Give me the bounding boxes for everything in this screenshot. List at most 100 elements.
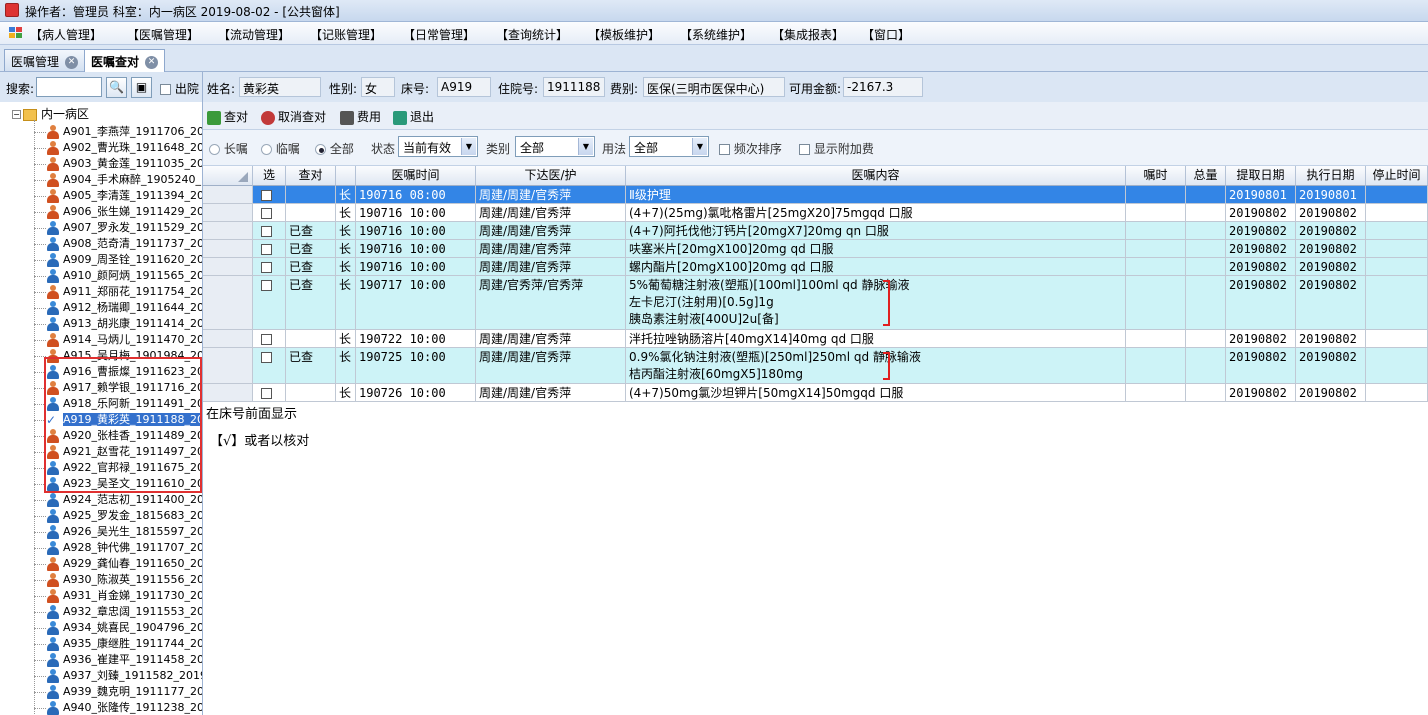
tree-patient-node[interactable]: A931_肖金娣_1911730_20 (34, 587, 202, 604)
row-indicator[interactable] (203, 240, 253, 258)
search-input[interactable] (36, 77, 102, 97)
order-row[interactable]: 长 190722 10:00 周建/周建/官秀萍 泮托拉唑钠肠溶片[40mgX14]4… (203, 330, 1428, 348)
freq-sort-option[interactable]: 频次排序 (719, 140, 782, 157)
order-row[interactable]: 已查长 190725 10:00 周建/周建/官秀萍 0.9%氯化钠注射液(塑瓶)[2… (203, 348, 1428, 384)
tree-patient-node[interactable]: A936_崔建平_1911458_20 (34, 651, 202, 668)
collapse-icon[interactable]: − (12, 110, 21, 119)
cost-button[interactable]: 费用 (340, 108, 381, 125)
tree-patient-node[interactable]: A913_胡兆康_1911414_20 (34, 315, 202, 332)
tree-patient-node[interactable]: A912_杨瑞卿_1911644_20 (34, 299, 202, 316)
header-col-checked[interactable]: 查对 (286, 166, 336, 186)
show-extra-option[interactable]: 显示附加费 (799, 140, 874, 157)
row-checkbox[interactable] (261, 208, 272, 219)
temporary-radio[interactable]: 临嘱 (261, 140, 300, 157)
row-indicator[interactable] (203, 384, 253, 402)
select-cell[interactable] (253, 204, 286, 222)
tree-patient-node[interactable]: A926_吴光生_1815597_20 (34, 523, 202, 540)
discharge-checkbox[interactable] (160, 84, 171, 95)
usage-select[interactable]: 全部 ▼ (629, 136, 709, 157)
select-cell[interactable] (253, 222, 286, 240)
all-radio[interactable]: 全部 (315, 140, 354, 157)
header-col-content[interactable]: 医嘱内容 (626, 166, 1126, 186)
row-checkbox[interactable] (261, 352, 272, 363)
header-col-select[interactable]: 选 (253, 166, 286, 186)
tree-patient-node[interactable]: A901_李燕萍_1911706_20 (34, 123, 202, 140)
show-extra-checkbox[interactable] (799, 144, 810, 155)
tab-order-management[interactable]: 医嘱管理 ✕ (4, 49, 86, 71)
category-select[interactable]: 全部 ▼ (515, 136, 595, 157)
tree-patient-node[interactable]: A930_陈淑英_1911556_20 (34, 571, 202, 588)
tree-patient-node[interactable]: A908_范奇清_1911737_20 (34, 235, 202, 252)
menu-flow[interactable]: 【流动管理】 (218, 26, 290, 43)
close-icon[interactable]: ✕ (65, 56, 79, 69)
chevron-down-icon[interactable]: ▼ (461, 138, 476, 155)
tree-patient-node[interactable]: A907_罗永发_1911529_20 (34, 219, 202, 236)
tree-patient-node[interactable]: A929_龚仙春_1911650_20 (34, 555, 202, 572)
header-col-time-of-day[interactable]: 嘱时 (1126, 166, 1186, 186)
order-row[interactable]: 已查长 190716 10:00 周建/周建/官秀萍 呋塞米片[20mgX100]20… (203, 240, 1428, 258)
header-col-doctor[interactable]: 下达医/护 (476, 166, 626, 186)
row-indicator[interactable] (203, 276, 253, 330)
row-indicator[interactable] (203, 258, 253, 276)
header-col-fetch-date[interactable]: 提取日期 (1226, 166, 1296, 186)
row-indicator[interactable] (203, 330, 253, 348)
freq-sort-checkbox[interactable] (719, 144, 730, 155)
tree-patient-node[interactable]: A925_罗发金_1815683_20 (34, 507, 202, 524)
tree-patient-node[interactable]: A902_曹光珠_1911648_20 (34, 139, 202, 156)
select-cell[interactable] (253, 276, 286, 330)
check-button[interactable]: 查对 (207, 108, 248, 125)
tree-patient-node[interactable]: A903_黄金莲_1911035_20 (34, 155, 202, 172)
chevron-down-icon[interactable]: ▼ (692, 138, 707, 155)
row-checkbox[interactable] (261, 226, 272, 237)
row-checkbox[interactable] (261, 280, 272, 291)
header-col-time[interactable]: 医嘱时间 (356, 166, 476, 186)
menu-billing[interactable]: 【记账管理】 (310, 26, 382, 43)
row-checkbox[interactable] (261, 190, 272, 201)
menu-window[interactable]: 【窗口】 (862, 26, 910, 43)
header-col-exec-date[interactable]: 执行日期 (1296, 166, 1366, 186)
long-term-radio[interactable]: 长嘱 (209, 140, 248, 157)
select-cell[interactable] (253, 258, 286, 276)
select-cell[interactable] (253, 348, 286, 384)
tree-patient-node[interactable]: A905_李清莲_1911394_20 (34, 187, 202, 204)
search-button[interactable]: 🔍 (106, 77, 127, 98)
select-cell[interactable] (253, 330, 286, 348)
tree-patient-node[interactable]: A904_手术麻醉_1905240_ (34, 171, 202, 188)
row-checkbox[interactable] (261, 388, 272, 399)
row-indicator[interactable] (203, 204, 253, 222)
select-cell[interactable] (253, 240, 286, 258)
tree-patient-node[interactable]: A939_魏克明_1911177_20 (34, 683, 202, 700)
order-row[interactable]: 已查长 190716 10:00 周建/周建/官秀萍 螺内酯片[20mgX100]20… (203, 258, 1428, 276)
tree-patient-node[interactable]: A914_马炳儿_1911470_20 (34, 331, 202, 348)
cancel-check-button[interactable]: 取消查对 (261, 108, 326, 125)
order-row[interactable]: 长 190716 08:00 周建/周建/官秀萍 Ⅱ级护理 20190801 201908… (203, 186, 1428, 204)
order-row[interactable]: 已查长 190716 10:00 周建/周建/官秀萍 (4+7)阿托伐他汀钙片[20m… (203, 222, 1428, 240)
discharge-filter[interactable]: 出院 (160, 80, 199, 97)
menu-reports[interactable]: 【集成报表】 (772, 26, 844, 43)
tree-patient-node[interactable]: A910_颜阿炳_1911565_20 (34, 267, 202, 284)
row-checkbox[interactable] (261, 334, 272, 345)
close-icon[interactable]: ✕ (145, 56, 159, 69)
status-select[interactable]: 当前有效 ▼ (398, 136, 478, 157)
menu-orders[interactable]: 【医嘱管理】 (127, 26, 199, 43)
tree-patient-node[interactable]: A932_章忠阔_1911553_20 (34, 603, 202, 620)
tab-order-check[interactable]: 医嘱查对 ✕ (84, 49, 166, 72)
tree-patient-node[interactable]: A924_范志初_1911400_20 (34, 491, 202, 508)
tree-patient-node[interactable]: A911_郑丽花_1911754_20 (34, 283, 202, 300)
tree-patient-node[interactable]: A934_姚喜民_1904796_20 (34, 619, 202, 636)
row-checkbox[interactable] (261, 244, 272, 255)
row-indicator[interactable] (203, 222, 253, 240)
menu-daily[interactable]: 【日常管理】 (403, 26, 475, 43)
order-row[interactable]: 长 190716 10:00 周建/周建/官秀萍 (4+7)(25mg)氯吡格雷片[2… (203, 204, 1428, 222)
tree-root-ward[interactable]: − 内一病区 (12, 105, 89, 121)
tree-patient-node[interactable]: A935_康继胜_1911744_20 (34, 635, 202, 652)
header-col-stop-time[interactable]: 停止时间 (1366, 166, 1428, 186)
order-row[interactable]: 长 190726 10:00 周建/周建/官秀萍 (4+7)50mg氯沙坦钾片[50m… (203, 384, 1428, 402)
header-col-type[interactable] (336, 166, 356, 186)
row-indicator[interactable] (203, 186, 253, 204)
tree-patient-node[interactable]: A906_张生娣_1911429_20 (34, 203, 202, 220)
header-col-total[interactable]: 总量 (1186, 166, 1226, 186)
select-cell[interactable] (253, 384, 286, 402)
row-checkbox[interactable] (261, 262, 272, 273)
row-indicator[interactable] (203, 348, 253, 384)
